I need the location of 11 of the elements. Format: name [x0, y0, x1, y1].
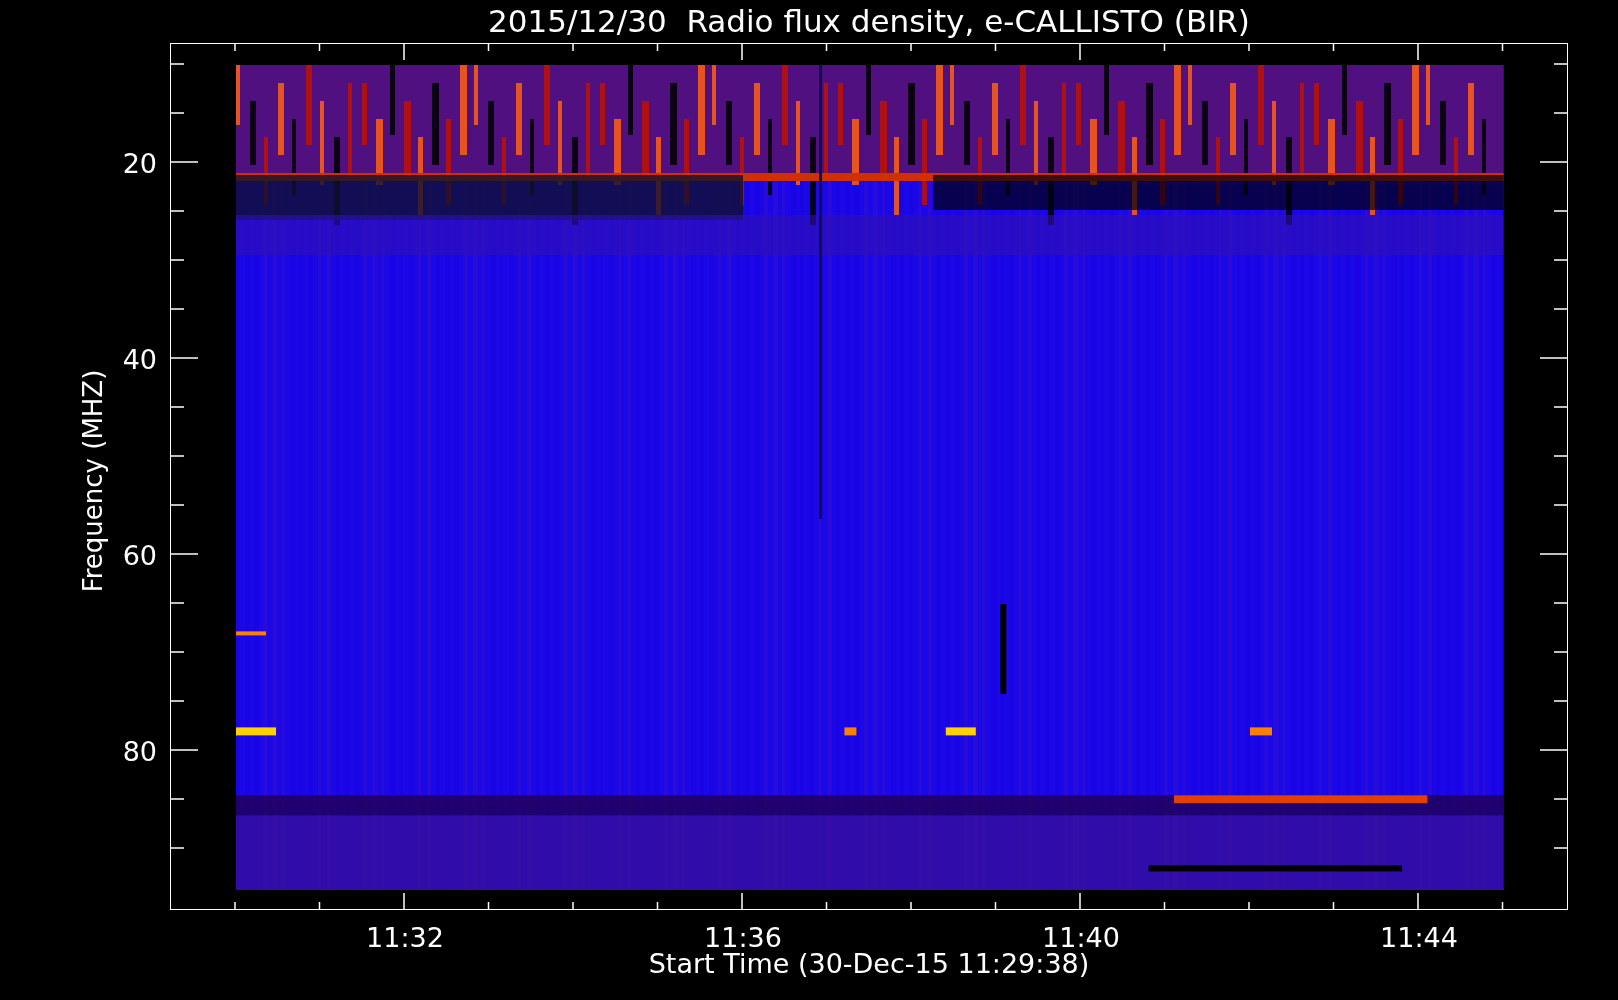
y-axis-label: Frequency (MHZ) [80, 369, 106, 593]
y-tick-label: 80 [122, 737, 157, 765]
chart-title: 2015/12/30 Radio flux density, e-CALLISTO (BIR) [488, 6, 1250, 37]
y-tick-label: 40 [122, 345, 157, 373]
x-axis-label: Start Time (30-Dec-15 11:29:38) [648, 950, 1090, 977]
y-tick-label: 20 [122, 149, 157, 177]
x-tick-label: 11:36 [704, 924, 782, 951]
x-tick-label: 11:40 [1042, 924, 1120, 951]
y-tick-label: 60 [122, 541, 157, 569]
x-tick-label: 11:32 [366, 924, 444, 951]
x-tick-label: 11:44 [1380, 924, 1458, 951]
